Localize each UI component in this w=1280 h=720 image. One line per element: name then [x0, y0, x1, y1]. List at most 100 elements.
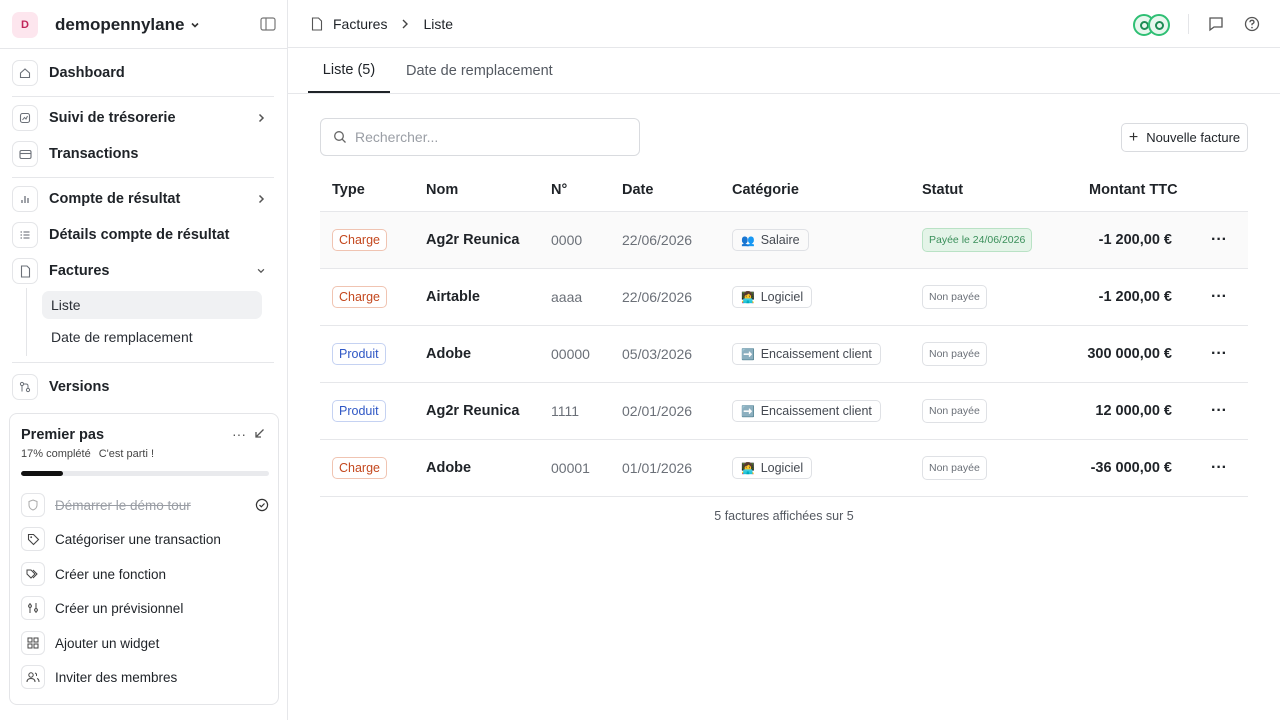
chevron-right-icon: [258, 194, 265, 204]
step-label: Créer une fonction: [55, 566, 167, 582]
onboarding-step-membres[interactable]: Inviter des membres: [21, 664, 269, 690]
grid-icon: [21, 631, 45, 655]
step-label: Inviter des membres: [55, 669, 178, 685]
column-header-type[interactable]: Type: [332, 182, 365, 198]
status-badge: Payée le 24/06/2026: [922, 228, 1033, 252]
table-row[interactable]: Produit Ag2r Reunica 1111 02/01/2026 ➡️ Encai…: [320, 383, 1248, 440]
help-icon[interactable]: [1244, 16, 1260, 32]
collaborators-avatars[interactable]: [1133, 14, 1170, 36]
sidebar-item-factures[interactable]: Factures: [12, 256, 274, 286]
row-more-icon[interactable]: ···: [1211, 383, 1227, 439]
sidebar-item-dashboard[interactable]: Dashboard: [12, 58, 274, 88]
step-label: Créer un prévisionnel: [55, 600, 184, 616]
tabs: Liste (5) Date de remplacement: [288, 48, 1280, 94]
row-more-icon[interactable]: ···: [1211, 326, 1227, 382]
check-circle-icon: [255, 498, 269, 512]
row-more-icon[interactable]: ···: [1211, 440, 1227, 496]
list-icon: [12, 222, 38, 248]
sliders-icon: [21, 596, 45, 620]
onboarding-title: Premier pas: [21, 427, 105, 443]
type-badge: Charge: [332, 457, 387, 479]
onboarding-step-categoriser[interactable]: Catégoriser une transaction: [21, 526, 269, 552]
table-row[interactable]: Charge Adobe 00001 01/01/2026 👩‍💻 Logiciel Non…: [320, 440, 1248, 497]
category-tag[interactable]: 👩‍💻 Logiciel: [732, 286, 813, 308]
progress-label: 17% complété: [21, 448, 91, 460]
column-header-date[interactable]: Date: [622, 182, 653, 198]
category-label: Logiciel: [760, 461, 804, 475]
divider: [12, 96, 274, 97]
collapse-icon[interactable]: [253, 428, 265, 440]
divider: [12, 362, 274, 363]
onboarding-step-fonction[interactable]: Créer une fonction: [21, 561, 269, 587]
sidebar-item-label: Factures: [49, 263, 110, 279]
breadcrumb-root[interactable]: Factures: [333, 16, 387, 32]
onboarding-step-widget[interactable]: Ajouter un widget: [21, 630, 269, 656]
invoice-date: 05/03/2026: [622, 346, 693, 362]
sidebar-item-versions[interactable]: Versions: [12, 372, 274, 402]
table-row[interactable]: Produit Adobe 00000 05/03/2026 ➡️ Encaissemen…: [320, 326, 1248, 383]
row-more-icon[interactable]: ···: [1211, 269, 1227, 325]
table-row[interactable]: Charge Airtable aaaa 22/06/2026 👩‍💻 Logiciel N…: [320, 269, 1248, 326]
shield-icon: [21, 493, 45, 517]
sidebar-subitem-liste[interactable]: Liste: [42, 291, 262, 319]
invoice-number: 1111: [551, 403, 580, 419]
invoice-number: aaaa: [551, 289, 583, 305]
workspace-name: demopennylane: [55, 15, 185, 34]
search-icon: [334, 131, 346, 143]
workspace-avatar: D: [12, 12, 38, 38]
sidebar-item-label: Suivi de trésorerie: [49, 110, 176, 126]
sidebar-subitem-date-remplacement[interactable]: Date de remplacement: [42, 323, 262, 351]
sidebar-item-transactions[interactable]: Transactions: [12, 139, 274, 169]
onboarding-card: Premier pas ··· 17% complété C'est parti …: [9, 413, 279, 705]
workspace-switcher[interactable]: D demopennylane: [12, 10, 278, 40]
category-label: Encaissement client: [760, 404, 872, 418]
table-row[interactable]: Charge Ag2r Reunica 0000 22/06/2026 👥 Salaire…: [320, 212, 1248, 269]
sidebar-item-details-compte-resultat[interactable]: Détails compte de résultat: [12, 220, 274, 250]
cta-label[interactable]: C'est parti !: [99, 448, 154, 460]
sidebar-item-tresorerie[interactable]: Suivi de trésorerie: [12, 103, 274, 133]
sidebar-toggle-icon[interactable]: [260, 17, 276, 31]
more-icon[interactable]: ···: [232, 426, 246, 442]
onboarding-step-previsionnel[interactable]: Créer un prévisionnel: [21, 595, 269, 621]
search-input[interactable]: [355, 129, 635, 145]
invoice-name: Ag2r Reunica: [426, 232, 520, 248]
column-header-montant[interactable]: Montant TTC: [1089, 182, 1178, 198]
category-icon: ➡️: [741, 348, 755, 361]
category-label: Salaire: [760, 233, 800, 247]
category-icon: 👥: [741, 234, 755, 247]
card-icon: [12, 141, 38, 167]
divider: [0, 48, 287, 49]
comment-icon[interactable]: [1208, 16, 1224, 32]
invoice-date: 02/01/2026: [622, 403, 693, 419]
divider: [1188, 14, 1189, 34]
status-badge: Non payée: [922, 342, 987, 366]
tab-liste[interactable]: Liste (5): [308, 48, 390, 93]
category-tag[interactable]: ➡️ Encaissement client: [732, 343, 881, 365]
column-header-numero[interactable]: N°: [551, 182, 567, 198]
category-tag[interactable]: 👩‍💻 Logiciel: [732, 457, 813, 479]
tab-date-remplacement[interactable]: Date de remplacement: [406, 48, 553, 94]
onboarding-step-demo-tour[interactable]: Démarrer le démo tour: [21, 492, 269, 518]
progress-fill: [21, 471, 64, 476]
tags-icon: [21, 562, 45, 586]
new-invoice-button[interactable]: + Nouvelle facture: [1121, 123, 1248, 152]
invoice-date: 22/06/2026: [622, 289, 693, 305]
chevron-right-icon: [258, 113, 265, 123]
submenu-guide-line: [26, 288, 27, 356]
sidebar-item-compte-resultat[interactable]: Compte de résultat: [12, 184, 274, 214]
category-label: Encaissement client: [760, 347, 872, 361]
status-badge: Non payée: [922, 285, 987, 309]
table-footer-count: 5 factures affichées sur 5: [714, 509, 854, 523]
row-more-icon[interactable]: ···: [1211, 212, 1227, 268]
column-header-categorie[interactable]: Catégorie: [732, 182, 799, 198]
invoice-amount: -1 200,00 €: [1098, 289, 1172, 305]
column-header-nom[interactable]: Nom: [426, 182, 458, 198]
sidebar-item-label: Compte de résultat: [49, 191, 181, 207]
chart-icon: [12, 105, 38, 131]
top-bar: Factures Liste: [288, 0, 1280, 48]
column-header-statut[interactable]: Statut: [922, 182, 963, 198]
category-tag[interactable]: 👥 Salaire: [732, 229, 809, 251]
file-icon: [311, 17, 323, 31]
category-tag[interactable]: ➡️ Encaissement client: [732, 400, 881, 422]
invoice-number: 00001: [551, 460, 590, 476]
